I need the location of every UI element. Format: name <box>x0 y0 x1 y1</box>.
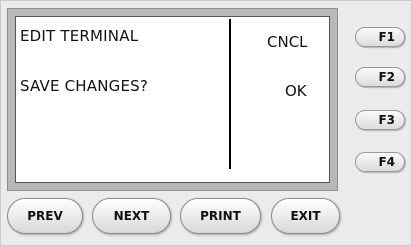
f1-key[interactable]: F1 <box>355 27 405 47</box>
screen-divider <box>229 19 231 169</box>
print-button[interactable]: PRINT <box>180 198 261 234</box>
exit-button[interactable]: EXIT <box>271 198 340 234</box>
softkey-option-ok: OK <box>285 82 307 100</box>
prev-button[interactable]: PREV <box>7 198 83 234</box>
next-button[interactable]: NEXT <box>92 198 171 234</box>
f4-key[interactable]: F4 <box>355 152 405 172</box>
softkey-option-cancel: CNCL <box>267 33 308 51</box>
f3-key[interactable]: F3 <box>355 110 405 130</box>
f2-key[interactable]: F2 <box>355 67 405 87</box>
screen-line-1: EDIT TERMINAL <box>20 27 139 45</box>
screen-line-2: SAVE CHANGES? <box>20 77 149 95</box>
